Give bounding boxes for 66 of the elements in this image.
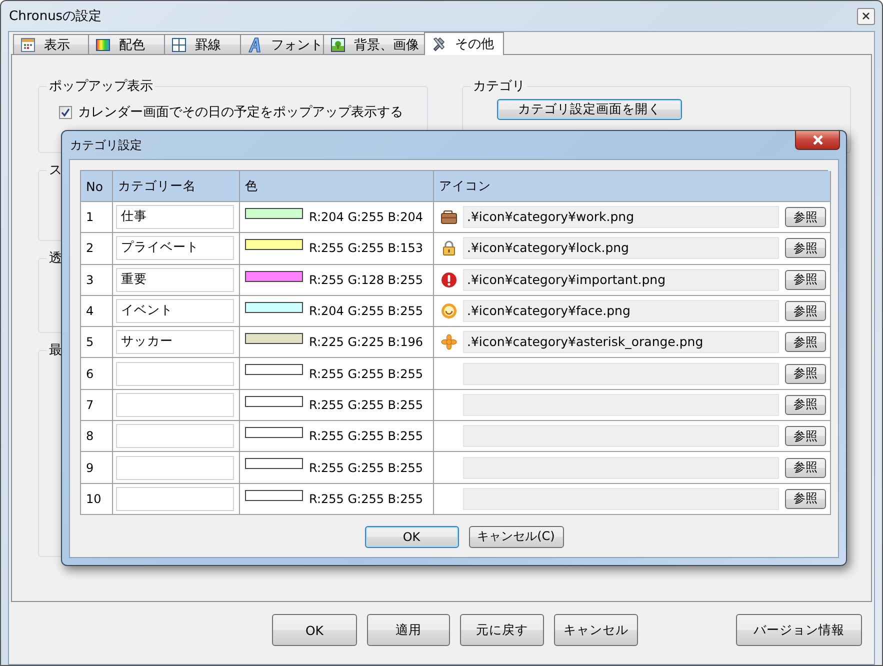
name-field[interactable]: プライベート [116, 236, 234, 260]
row-number: 3 [81, 264, 113, 296]
browse-button[interactable]: 参照 [785, 488, 826, 509]
row-number: 10 [81, 484, 113, 515]
rgb-value: R:255 G:255 B:255 [309, 429, 423, 444]
browse-button[interactable]: 参照 [785, 207, 826, 228]
tab[interactable]: 表示 [13, 34, 89, 54]
name-field[interactable]: サッカー [116, 330, 234, 354]
rgb-value: R:255 G:255 B:255 [309, 398, 423, 412]
row-number: 9 [81, 452, 113, 484]
browse-button[interactable]: 参照 [785, 458, 826, 478]
browse-button[interactable]: 参照 [785, 364, 826, 384]
version-info-button[interactable]: バージョン情報 [736, 614, 862, 646]
dialog-title: カテゴリ設定 [69, 136, 142, 154]
icon-path-field[interactable]: .¥icon¥category¥work.png [463, 206, 779, 228]
group-title: カテゴリ [472, 78, 526, 95]
row-number: 8 [81, 421, 113, 452]
row-number: 6 [81, 358, 113, 390]
browse-button[interactable]: 参照 [785, 301, 826, 322]
browse-button[interactable]: 参照 [785, 394, 826, 415]
column-header: カテゴリー名 [113, 171, 240, 202]
tab[interactable]: 罫線 [164, 34, 241, 54]
rgb-value: R:255 G:255 B:255 [309, 460, 423, 475]
revert-button[interactable]: 元に戻す [460, 614, 544, 646]
name-field[interactable]: イベント [116, 299, 234, 324]
group-title: 透 [48, 250, 63, 267]
open-category-settings-button[interactable]: カテゴリ設定画面を開く [497, 99, 682, 120]
rgb-value: R:204 G:255 B:255 [309, 304, 423, 318]
ok-button[interactable]: OK [364, 526, 458, 548]
column-header: No [81, 171, 113, 202]
browse-button[interactable]: 参照 [785, 426, 826, 446]
icon-path-field[interactable]: .¥icon¥category¥face.png [463, 300, 779, 322]
name-field[interactable]: 仕事 [116, 205, 234, 230]
apply-button[interactable]: 適用 [367, 614, 450, 646]
tab[interactable]: その他 [424, 32, 504, 55]
group-title: 最 [48, 342, 63, 359]
group-title: ポップアップ表示 [48, 78, 154, 95]
browse-button[interactable]: 参照 [785, 238, 826, 258]
row-number: 4 [81, 296, 113, 328]
icon-path-field[interactable]: .¥icon¥category¥lock.png [463, 237, 779, 260]
group-title: ス [48, 162, 63, 179]
cancel-button[interactable]: キャンセル(C) [468, 526, 564, 548]
row-number: 5 [81, 327, 113, 358]
row-number: 7 [81, 390, 113, 422]
rgb-value: R:255 G:255 B:255 [309, 492, 423, 506]
browse-button[interactable]: 参照 [785, 332, 826, 352]
rgb-value: R:255 G:128 B:255 [309, 272, 423, 287]
row-number: 1 [81, 202, 113, 234]
tab[interactable]: 背景、画像 [323, 34, 425, 54]
window-title: Chronusの設定 [8, 8, 102, 25]
column-header: アイコン [434, 171, 831, 202]
icon-path-field[interactable]: .¥icon¥category¥important.png [463, 268, 779, 291]
ok-button[interactable]: OK [272, 614, 357, 646]
rgb-value: R:255 G:255 B:153 [309, 241, 423, 256]
rgb-value: R:204 G:255 B:204 [309, 210, 423, 224]
checkbox-label: カレンダー画面でその日の予定をポップアップ表示する [78, 104, 403, 121]
rgb-value: R:225 G:225 B:196 [309, 335, 423, 350]
column-header: 色 [240, 171, 434, 202]
name-field[interactable]: 重要 [116, 268, 234, 292]
tab[interactable]: 配色 [88, 34, 165, 54]
cancel-button[interactable]: キャンセル [554, 614, 638, 646]
browse-button[interactable]: 参照 [785, 270, 826, 290]
icon-path-field[interactable]: .¥icon¥category¥asterisk_orange.png [463, 331, 779, 354]
tab[interactable]: フォント [240, 34, 324, 54]
rgb-value: R:255 G:255 B:255 [309, 366, 423, 381]
row-number: 2 [81, 233, 113, 265]
